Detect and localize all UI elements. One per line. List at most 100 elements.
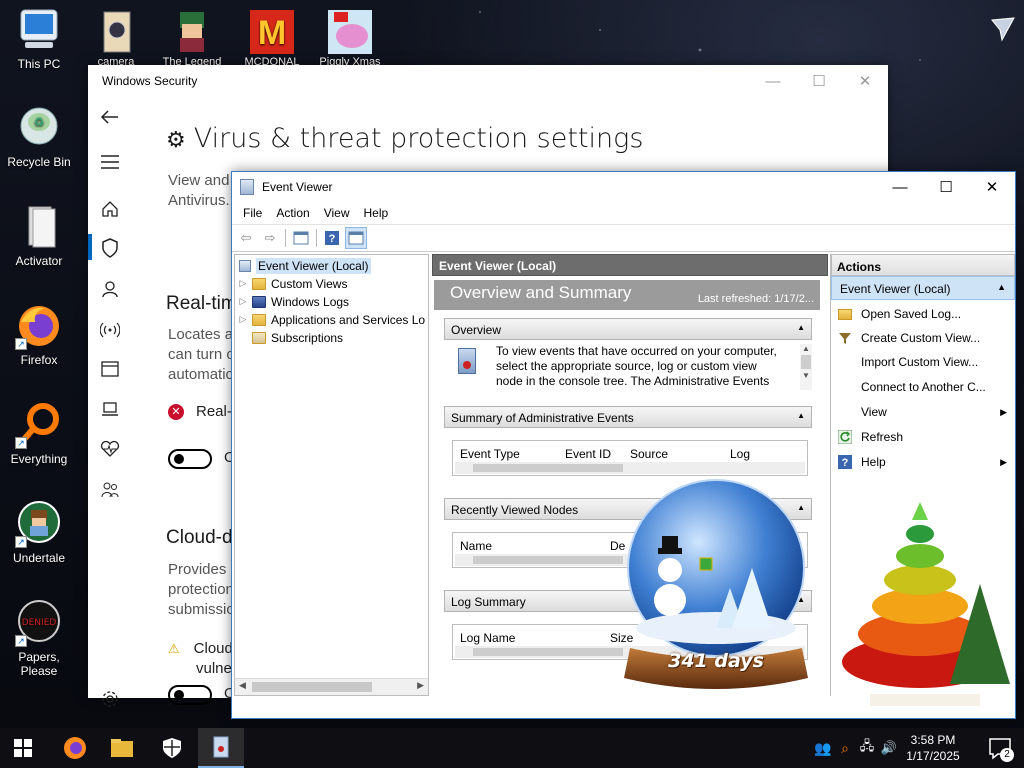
everything-tray-icon[interactable]: ⌕ xyxy=(834,740,856,757)
action-open-saved-log[interactable]: Open Saved Log... xyxy=(831,303,1015,325)
action-refresh[interactable]: Refresh xyxy=(831,426,1015,448)
scrollbar-thumb[interactable] xyxy=(801,355,811,369)
back-icon[interactable]: ⇦ xyxy=(235,227,257,249)
desktop-icon-undertale[interactable]: ↗ Undertale xyxy=(0,500,78,565)
taskbar-clock[interactable]: 3:58 PM 1/17/2025 xyxy=(898,732,968,764)
show-hide-action-pane-icon[interactable] xyxy=(345,227,367,249)
christmas-tree-gadget[interactable] xyxy=(830,494,1024,720)
column-header-log-name[interactable]: Log Name xyxy=(460,631,515,645)
desktop-icon-mcdonalds[interactable]: M MCDONAL xyxy=(240,8,304,68)
folder-icon xyxy=(252,277,266,290)
start-button[interactable] xyxy=(0,728,46,768)
help-icon: ? xyxy=(837,454,853,470)
desktop-icon-recycle-bin[interactable]: ♻ Recycle Bin xyxy=(0,104,78,169)
shield-icon[interactable] xyxy=(98,236,122,260)
back-arrow-icon[interactable] xyxy=(98,105,122,129)
blank-icon xyxy=(837,354,853,370)
collapse-caret-icon[interactable]: ▲ xyxy=(797,411,805,420)
overview-banner-title: Overview and Summary xyxy=(450,283,632,302)
taskbar-file-explorer[interactable] xyxy=(99,728,145,768)
scroll-up-icon[interactable]: ▲ xyxy=(800,344,812,353)
tree-horizontal-scrollbar[interactable]: ◀ ▶ xyxy=(235,678,428,695)
taskbar-windows-security[interactable] xyxy=(149,728,195,768)
minimize-button[interactable]: — xyxy=(750,65,796,97)
action-help[interactable]: ? Help ▶ xyxy=(831,451,1015,473)
scrollbar-thumb[interactable] xyxy=(252,682,372,692)
taskbar-event-viewer[interactable] xyxy=(198,728,244,768)
app-browser-icon[interactable] xyxy=(98,357,122,381)
minimize-button[interactable]: — xyxy=(877,172,923,202)
grid-horizontal-scrollbar[interactable] xyxy=(455,462,805,474)
device-security-icon[interactable] xyxy=(98,397,122,421)
scroll-right-icon[interactable]: ▶ xyxy=(417,680,424,691)
clock-time: 3:58 PM xyxy=(910,733,956,747)
desktop-icon-firefox[interactable]: ↗ Firefox xyxy=(0,302,78,367)
actions-group-header[interactable]: Event Viewer (Local) ▲ xyxy=(831,276,1015,300)
menu-action[interactable]: Action xyxy=(269,202,316,224)
maximize-button[interactable]: ☐ xyxy=(796,65,842,97)
family-icon[interactable] xyxy=(98,478,122,502)
desktop-icon-everything[interactable]: ↗ Everything xyxy=(0,401,78,466)
maximize-button[interactable]: ☐ xyxy=(923,172,969,202)
expand-arrow-icon[interactable]: ▷ xyxy=(237,296,249,307)
column-header-name[interactable]: Name xyxy=(460,539,492,553)
close-button[interactable]: ✕ xyxy=(842,65,888,97)
scroll-left-icon[interactable]: ◀ xyxy=(239,680,246,691)
scrollbar-thumb[interactable] xyxy=(473,556,623,564)
account-icon[interactable] xyxy=(98,277,122,301)
scrollbar-thumb[interactable] xyxy=(473,464,623,472)
menu-file[interactable]: File xyxy=(236,202,269,224)
collapse-caret-icon[interactable]: ▲ xyxy=(797,323,805,332)
wireless-icon[interactable] xyxy=(98,317,122,341)
overview-section-header[interactable]: Overview ▲ xyxy=(444,318,812,340)
undertale-icon: ↗ xyxy=(15,500,63,548)
forward-icon[interactable]: ⇨ xyxy=(259,227,281,249)
desktop-icon-this-pc[interactable]: This PC xyxy=(0,6,78,71)
desktop-icon-papers-please[interactable]: DENIED ↗ Papers, Please xyxy=(0,599,78,678)
column-header-event-id[interactable]: Event ID xyxy=(565,447,611,461)
hamburger-menu-icon[interactable] xyxy=(98,150,122,174)
overview-scrollbar[interactable]: ▲ ▼ xyxy=(800,344,812,390)
menu-help[interactable]: Help xyxy=(357,202,396,224)
action-import-custom-view[interactable]: Import Custom View... xyxy=(831,351,1015,373)
column-header-event-type[interactable]: Event Type xyxy=(460,447,520,461)
window-title: Event Viewer xyxy=(262,180,333,194)
expand-arrow-icon[interactable]: ▷ xyxy=(237,278,249,289)
tree-item-applications-services[interactable]: ▷ Applications and Services Lo xyxy=(237,311,426,328)
tree-item-windows-logs[interactable]: ▷ Windows Logs xyxy=(237,293,350,310)
desktop-icon-camera[interactable]: camera xyxy=(84,8,148,68)
event-viewer-app-icon xyxy=(240,179,254,195)
notification-center-button[interactable]: 2 xyxy=(988,736,1014,762)
action-create-custom-view[interactable]: Create Custom View... xyxy=(831,327,1015,349)
desktop-icon-piggly-xmas[interactable]: Piggly Xmas xyxy=(318,8,382,68)
column-header-log[interactable]: Log xyxy=(730,447,750,461)
tree-item-event-viewer-local[interactable]: Event Viewer (Local) xyxy=(237,257,371,274)
tree-item-custom-views[interactable]: ▷ Custom Views xyxy=(237,275,348,292)
snow-globe-gadget[interactable]: 341 days xyxy=(612,478,820,700)
show-hide-console-tree-icon[interactable] xyxy=(290,227,312,249)
close-button[interactable]: ✕ xyxy=(969,172,1015,202)
realtime-toggle[interactable] xyxy=(168,449,212,469)
action-connect-another[interactable]: Connect to Another C... xyxy=(831,376,1015,398)
desktop-icon-the-legend[interactable]: The Legend xyxy=(160,8,224,68)
toolbar: ⇦ ⇨ ? xyxy=(232,224,1015,252)
tree-item-subscriptions[interactable]: Subscriptions xyxy=(237,329,343,346)
volume-icon[interactable]: 🔊 xyxy=(878,740,900,756)
taskbar-firefox[interactable] xyxy=(52,728,98,768)
expand-arrow-icon[interactable]: ▷ xyxy=(237,314,249,325)
home-icon[interactable] xyxy=(98,197,122,221)
scroll-down-icon[interactable]: ▼ xyxy=(800,371,812,380)
collapse-caret-icon[interactable]: ▲ xyxy=(997,282,1006,292)
settings-gear-icon[interactable] xyxy=(98,687,122,711)
cloud-toggle[interactable] xyxy=(168,685,212,705)
desktop-icon-activator[interactable]: Activator xyxy=(0,203,78,268)
column-header-source[interactable]: Source xyxy=(630,447,668,461)
network-icon[interactable]: 🖧 xyxy=(856,737,878,759)
heart-health-icon[interactable] xyxy=(98,437,122,461)
scrollbar-thumb[interactable] xyxy=(473,648,623,656)
help-icon[interactable]: ? xyxy=(321,227,343,249)
action-view[interactable]: View ▶ xyxy=(831,401,1015,423)
menu-view[interactable]: View xyxy=(317,202,357,224)
summary-section-header[interactable]: Summary of Administrative Events ▲ xyxy=(444,406,812,428)
network-user-icon[interactable]: 👥 xyxy=(812,740,834,757)
